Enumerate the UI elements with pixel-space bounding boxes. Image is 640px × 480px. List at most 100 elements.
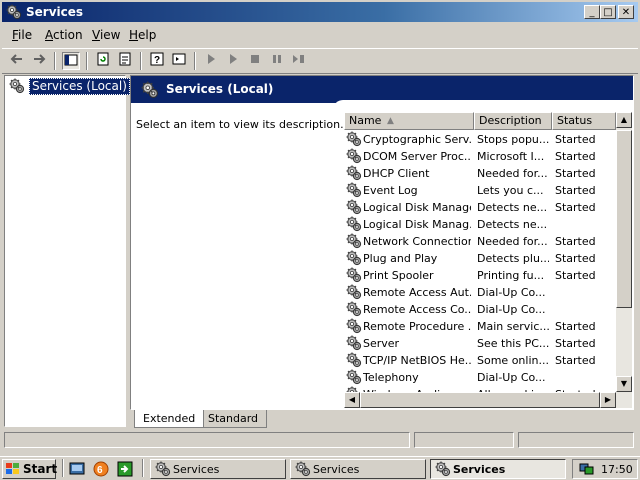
scroll-left-button[interactable]: ◀ bbox=[344, 392, 360, 408]
show-desktop-icon[interactable] bbox=[68, 460, 86, 478]
show-hide-tree-icon[interactable] bbox=[62, 52, 80, 70]
restart-service-icon[interactable] bbox=[290, 52, 308, 70]
column-label: Description bbox=[479, 114, 542, 127]
header-curve bbox=[333, 100, 633, 110]
start-service-icon[interactable] bbox=[202, 52, 220, 70]
service-name: Print Spooler bbox=[363, 269, 434, 282]
service-description: Dial-Up Co... bbox=[477, 303, 546, 316]
taskbar-task[interactable]: Services bbox=[150, 459, 286, 479]
console-tree: Services (Local) bbox=[4, 75, 130, 427]
service-name: Remote Access Co... bbox=[363, 303, 471, 316]
system-tray: 17:50 bbox=[572, 459, 638, 479]
list-item[interactable]: DCOM Server Proc... Microsoft I... Started bbox=[344, 148, 634, 165]
column-header-description[interactable]: Description bbox=[474, 112, 552, 130]
vertical-scrollbar[interactable]: ▲ ▼ bbox=[616, 112, 632, 408]
svg-text:?: ? bbox=[154, 55, 160, 66]
status-bar bbox=[2, 430, 638, 450]
service-status: Started bbox=[555, 150, 596, 163]
list-item[interactable]: Logical Disk Manag... Detects ne... bbox=[344, 216, 634, 233]
taskbar-task[interactable]: Services bbox=[290, 459, 426, 479]
clock[interactable]: 17:50 bbox=[601, 463, 633, 476]
task-label: Services bbox=[453, 463, 506, 476]
service-name: TCP/IP NetBIOS He... bbox=[363, 354, 471, 367]
scroll-down-button[interactable]: ▼ bbox=[616, 376, 632, 392]
list-item[interactable]: Remote Access Aut... Dial-Up Co... bbox=[344, 284, 634, 301]
gear-icon bbox=[346, 284, 362, 300]
list-item[interactable]: DHCP Client Needed for... Started bbox=[344, 165, 634, 182]
taskbar-task-active[interactable]: Services bbox=[430, 459, 566, 479]
browser-icon[interactable]: 6 bbox=[92, 460, 110, 478]
back-arrow-icon[interactable] bbox=[8, 52, 26, 70]
tab-extended[interactable]: Extended bbox=[134, 410, 205, 428]
gear-icon bbox=[346, 131, 362, 147]
service-name: Server bbox=[363, 337, 400, 350]
menu-help[interactable]: Help bbox=[129, 28, 156, 42]
tree-item-label: Services (Local) bbox=[29, 78, 130, 95]
stop-service-icon[interactable] bbox=[246, 52, 264, 70]
service-name: Telephony bbox=[363, 371, 419, 384]
toolbar-separator bbox=[194, 52, 196, 70]
column-header-status[interactable]: Status bbox=[552, 112, 616, 130]
export-list-icon[interactable] bbox=[116, 52, 134, 70]
menu-view[interactable]: View bbox=[92, 28, 120, 42]
menu-file[interactable]: File bbox=[12, 28, 32, 42]
list-item[interactable]: Remote Access Co... Dial-Up Co... bbox=[344, 301, 634, 318]
launch-arrow-icon[interactable] bbox=[116, 460, 134, 478]
service-status: Started bbox=[555, 337, 596, 350]
list-item[interactable]: Event Log Lets you c... Started bbox=[344, 182, 634, 199]
service-description: See this PC... bbox=[477, 337, 549, 350]
column-header-name[interactable]: Name ▲ bbox=[344, 112, 474, 130]
gear-icon bbox=[346, 199, 362, 215]
service-name: DCOM Server Proc... bbox=[363, 150, 471, 163]
list-item[interactable]: Server See this PC... Started bbox=[344, 335, 634, 352]
horizontal-scrollbar[interactable]: ◀ ▶ bbox=[344, 392, 616, 408]
maximize-button[interactable]: □ bbox=[600, 5, 616, 19]
scroll-thumb[interactable] bbox=[616, 130, 632, 308]
scroll-right-button[interactable]: ▶ bbox=[600, 392, 616, 408]
list-item[interactable]: Cryptographic Serv... Stops popu... Starte… bbox=[344, 131, 634, 148]
list-item[interactable]: Telephony Dial-Up Co... bbox=[344, 369, 634, 386]
status-panel bbox=[4, 432, 410, 448]
service-status: Started bbox=[555, 354, 596, 367]
gear-icon bbox=[346, 182, 362, 198]
service-name: Plug and Play bbox=[363, 252, 438, 265]
service-status: Started bbox=[555, 252, 596, 265]
list-item[interactable]: Network Connections Needed for... Started bbox=[344, 233, 634, 250]
start-button[interactable]: Start bbox=[2, 459, 57, 479]
forward-arrow-icon[interactable] bbox=[30, 52, 48, 70]
service-description: Detects ne... bbox=[477, 201, 548, 214]
help-icon[interactable]: ? bbox=[148, 52, 166, 70]
service-description: Lets you c... bbox=[477, 184, 544, 197]
service-name: Remote Procedure ... bbox=[363, 320, 471, 333]
minimize-button[interactable]: _ bbox=[584, 5, 600, 19]
scroll-up-button[interactable]: ▲ bbox=[616, 112, 632, 128]
gear-icon bbox=[346, 318, 362, 334]
menu-action[interactable]: Action bbox=[45, 28, 83, 42]
list-item[interactable]: Remote Procedure ... Main servic... Starte… bbox=[344, 318, 634, 335]
description-prompt: Select an item to view its description. bbox=[136, 118, 344, 131]
service-name: DHCP Client bbox=[363, 167, 430, 180]
status-panel bbox=[518, 432, 634, 448]
service-description: Main servic... bbox=[477, 320, 549, 333]
pause-service-icon[interactable] bbox=[268, 52, 286, 70]
tab-standard[interactable]: Standard bbox=[200, 410, 268, 428]
windows-logo-icon bbox=[6, 463, 19, 474]
horizontal-scroll-thumb[interactable] bbox=[360, 392, 600, 408]
refresh-icon[interactable] bbox=[94, 52, 112, 70]
network-icon[interactable] bbox=[579, 461, 595, 477]
service-description: Microsoft I... bbox=[477, 150, 545, 163]
service-status: Started bbox=[555, 184, 596, 197]
toolbar-separator bbox=[86, 52, 88, 70]
close-button[interactable]: ✕ bbox=[618, 5, 634, 19]
list-item[interactable]: Logical Disk Manager Detects ne... Started bbox=[344, 199, 634, 216]
gear-icon bbox=[346, 335, 362, 351]
task-label: Services bbox=[313, 463, 360, 476]
gear-icon bbox=[155, 461, 171, 477]
toolbar-separator bbox=[140, 52, 142, 70]
properties-icon[interactable] bbox=[170, 52, 188, 70]
list-item[interactable]: Plug and Play Detects plu... Started bbox=[344, 250, 634, 267]
title-bar[interactable]: Services _ □ ✕ bbox=[2, 2, 638, 22]
list-item[interactable]: TCP/IP NetBIOS He... Some onlin... Started bbox=[344, 352, 634, 369]
start-service-icon[interactable] bbox=[224, 52, 242, 70]
list-item[interactable]: Print Spooler Printing fu... Started bbox=[344, 267, 634, 284]
